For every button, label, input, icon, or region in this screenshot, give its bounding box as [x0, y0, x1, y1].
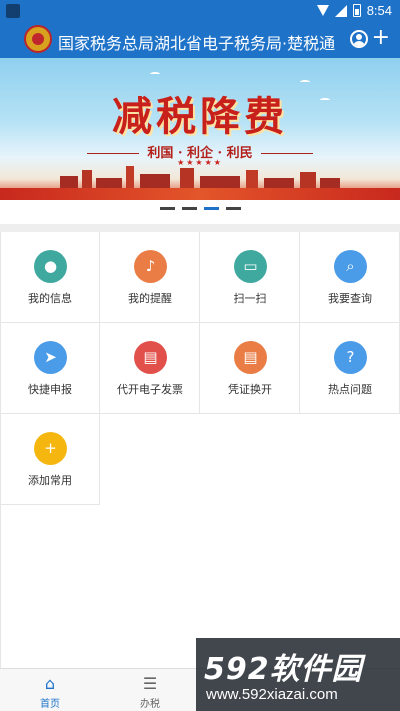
scan-icon: ▭: [234, 250, 267, 283]
nav-home-label: 首页: [40, 699, 60, 710]
clock: 8:54: [366, 3, 392, 18]
grid-item[interactable]: ▤ 代开电子发票: [100, 323, 200, 414]
invoice-icon: ▤: [134, 341, 167, 374]
carousel-dot-active[interactable]: [203, 207, 219, 210]
query-icon: ⌕: [334, 250, 367, 283]
icon-glyph: ▭: [243, 257, 258, 275]
watermark-url: www.592xiazai.com: [206, 686, 338, 703]
grid-item-label: 凭证换开: [228, 383, 272, 396]
icon-glyph: ➤: [44, 348, 57, 366]
grid-item-label: 快捷申报: [28, 383, 72, 396]
grid-item-label: 扫一扫: [233, 292, 267, 305]
nav-home[interactable]: ⌂ 首页: [0, 669, 100, 711]
grid-item-label: 我的提醒: [128, 292, 172, 305]
grid-item-label: 热点问题: [328, 383, 372, 396]
bell-icon: ♪: [134, 250, 167, 283]
grid-item-label: 代开电子发票: [117, 383, 183, 396]
banner-headline: 减税降费: [112, 93, 288, 140]
grid-item[interactable]: + 添加常用: [0, 414, 100, 505]
carousel-dot[interactable]: [159, 207, 175, 210]
grid-item-label: 添加常用: [28, 474, 72, 487]
carousel-dot[interactable]: [225, 207, 241, 210]
grid-item-label: 我的信息: [28, 292, 72, 305]
watermark-brand: 592软件园: [204, 652, 363, 687]
send-icon: ➤: [34, 341, 67, 374]
watermark: 592软件园 www.592xiazai.com: [196, 638, 400, 711]
grid-item[interactable]: ● 我的信息: [0, 232, 100, 323]
battery-icon: [352, 4, 361, 17]
nav-tax-label: 办税: [140, 699, 160, 710]
grid-item[interactable]: ♪ 我的提醒: [100, 232, 200, 323]
notification-icon: [6, 4, 20, 18]
icon-glyph: ?: [346, 348, 355, 366]
grid-item[interactable]: ⌕ 我要查询: [300, 232, 400, 323]
add-icon: +: [34, 432, 67, 465]
signal-icon: [334, 4, 347, 17]
icon-glyph: ▤: [143, 348, 158, 366]
grid-item[interactable]: ▭ 扫一扫: [200, 232, 300, 323]
user-icon[interactable]: [350, 30, 368, 48]
icon-glyph: ♪: [145, 257, 156, 275]
add-icon[interactable]: +: [372, 27, 390, 49]
document-icon: ▤: [234, 341, 267, 374]
carousel-indicator: [0, 207, 400, 215]
icon-glyph: +: [44, 439, 57, 457]
nav-tax[interactable]: ☰ 办税: [100, 669, 200, 711]
grid-item-label: 我要查询: [328, 292, 372, 305]
carousel-dot[interactable]: [181, 207, 197, 210]
grid-item[interactable]: ➤ 快捷申报: [0, 323, 100, 414]
tax-emblem-logo: [24, 25, 52, 53]
list-icon: ☰: [142, 674, 158, 693]
promo-banner[interactable]: 减税降费 利国 · 利企 · 利民 ★★★★★: [0, 58, 400, 200]
icon-glyph: ▤: [243, 348, 258, 366]
status-bar: 8:54: [0, 0, 400, 22]
app-title: 国家税务总局湖北省电子税务局·楚税通: [58, 34, 336, 53]
grid-item[interactable]: ? 热点问题: [300, 323, 400, 414]
question-icon: ?: [334, 341, 367, 374]
home-icon: ⌂: [44, 674, 56, 693]
app-header: 国家税务总局湖北省电子税务局·楚税通 +: [0, 22, 400, 58]
section-divider: [0, 224, 400, 232]
bird-decoration: [150, 72, 160, 76]
status-indicators: 8:54: [316, 3, 392, 18]
banner-ground: [0, 188, 400, 200]
icon-glyph: ⌕: [346, 257, 355, 275]
grid-item[interactable]: ▤ 凭证换开: [200, 323, 300, 414]
icon-glyph: ●: [43, 257, 58, 275]
user-info-icon: ●: [34, 250, 67, 283]
wifi-icon: [316, 5, 329, 16]
